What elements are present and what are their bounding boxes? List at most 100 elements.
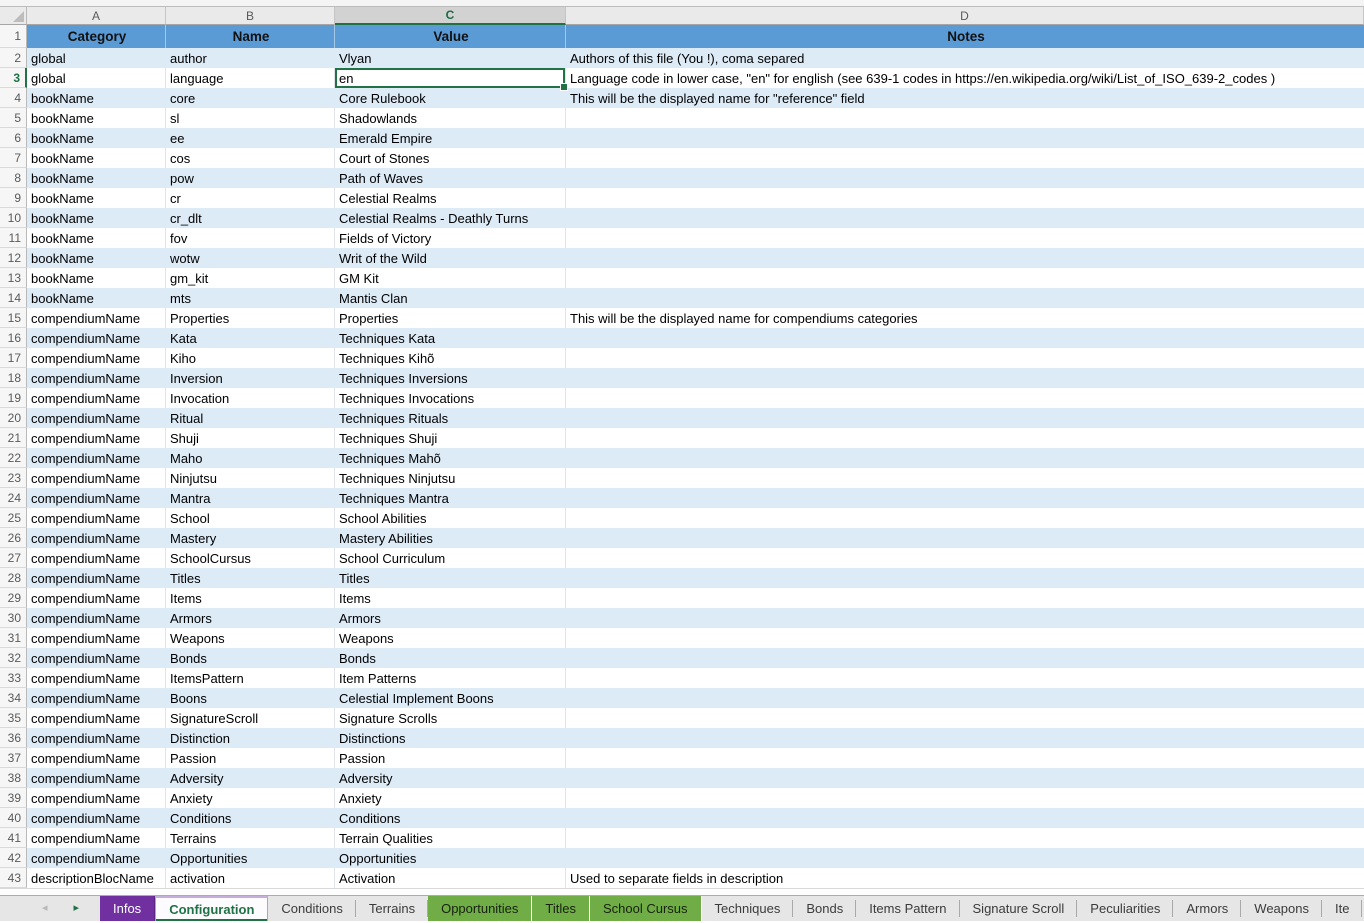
- cell-C39[interactable]: Anxiety: [335, 788, 566, 808]
- cell-C11[interactable]: Fields of Victory: [335, 228, 566, 248]
- cell-B23[interactable]: Ninjutsu: [166, 468, 335, 488]
- cell-D2[interactable]: Authors of this file (You !), coma separ…: [566, 48, 1364, 68]
- cell-C2[interactable]: Vlyan: [335, 48, 566, 68]
- active-cell-C3[interactable]: en: [335, 68, 566, 88]
- row-header-18[interactable]: 18: [0, 368, 27, 388]
- sheet-nav-right-icon[interactable]: ▸: [74, 903, 80, 914]
- cell-B38[interactable]: Adversity: [166, 768, 335, 788]
- cell-A38[interactable]: compendiumName: [27, 768, 166, 788]
- cell-B12[interactable]: wotw: [166, 248, 335, 268]
- cell-A5[interactable]: bookName: [27, 108, 166, 128]
- cell-C5[interactable]: Shadowlands: [335, 108, 566, 128]
- cell-B21[interactable]: Shuji: [166, 428, 335, 448]
- row-header-34[interactable]: 34: [0, 688, 27, 708]
- cell-D39[interactable]: [566, 788, 1364, 808]
- cell-A11[interactable]: bookName: [27, 228, 166, 248]
- cell-C7[interactable]: Court of Stones: [335, 148, 566, 168]
- select-all-button[interactable]: [0, 7, 27, 25]
- cell-B35[interactable]: SignatureScroll: [166, 708, 335, 728]
- row-header-14[interactable]: 14: [0, 288, 27, 308]
- cell-D10[interactable]: [566, 208, 1364, 228]
- cell-D30[interactable]: [566, 608, 1364, 628]
- cell-B20[interactable]: Ritual: [166, 408, 335, 428]
- cell-B42[interactable]: Opportunities: [166, 848, 335, 868]
- cell-A28[interactable]: compendiumName: [27, 568, 166, 588]
- row-header-33[interactable]: 33: [0, 668, 27, 688]
- row-header-4[interactable]: 4: [0, 88, 27, 108]
- cell-A22[interactable]: compendiumName: [27, 448, 166, 468]
- cell-A16[interactable]: compendiumName: [27, 328, 166, 348]
- cell-B22[interactable]: Maho: [166, 448, 335, 468]
- cell-C20[interactable]: Techniques Rituals: [335, 408, 566, 428]
- row-header-35[interactable]: 35: [0, 708, 27, 728]
- row-header-16[interactable]: 16: [0, 328, 27, 348]
- cell-A7[interactable]: bookName: [27, 148, 166, 168]
- cell-D4[interactable]: This will be the displayed name for "ref…: [566, 88, 1364, 108]
- sheet-tab-weapons[interactable]: Weapons: [1241, 896, 1322, 921]
- row-header-11[interactable]: 11: [0, 228, 27, 248]
- cell-D41[interactable]: [566, 828, 1364, 848]
- column-header-c[interactable]: C: [335, 7, 566, 25]
- cell-B14[interactable]: mts: [166, 288, 335, 308]
- cell-A37[interactable]: compendiumName: [27, 748, 166, 768]
- sheet-tab-signature-scroll[interactable]: Signature Scroll: [960, 896, 1078, 921]
- cell-D19[interactable]: [566, 388, 1364, 408]
- row-header-28[interactable]: 28: [0, 568, 27, 588]
- cell-B4[interactable]: core: [166, 88, 335, 108]
- cell-D35[interactable]: [566, 708, 1364, 728]
- cell-A36[interactable]: compendiumName: [27, 728, 166, 748]
- cell-D24[interactable]: [566, 488, 1364, 508]
- row-header-3[interactable]: 3: [0, 68, 27, 88]
- row-header-37[interactable]: 37: [0, 748, 27, 768]
- cell-A42[interactable]: compendiumName: [27, 848, 166, 868]
- cell-A32[interactable]: compendiumName: [27, 648, 166, 668]
- cell-D23[interactable]: [566, 468, 1364, 488]
- cell-B19[interactable]: Invocation: [166, 388, 335, 408]
- row-header-17[interactable]: 17: [0, 348, 27, 368]
- cell-A3[interactable]: global: [27, 68, 166, 88]
- cell-A41[interactable]: compendiumName: [27, 828, 166, 848]
- cell-B37[interactable]: Passion: [166, 748, 335, 768]
- cell-B33[interactable]: ItemsPattern: [166, 668, 335, 688]
- sheet-tab-terrains[interactable]: Terrains: [356, 896, 428, 921]
- column-header-a[interactable]: A: [27, 7, 166, 25]
- row-header-12[interactable]: 12: [0, 248, 27, 268]
- cell-C27[interactable]: School Curriculum: [335, 548, 566, 568]
- cell-C6[interactable]: Emerald Empire: [335, 128, 566, 148]
- cell-A2[interactable]: global: [27, 48, 166, 68]
- cell-D28[interactable]: [566, 568, 1364, 588]
- row-header-38[interactable]: 38: [0, 768, 27, 788]
- column-header-d[interactable]: D: [566, 7, 1364, 25]
- cell-D40[interactable]: [566, 808, 1364, 828]
- cell-D6[interactable]: [566, 128, 1364, 148]
- cell-B29[interactable]: Items: [166, 588, 335, 608]
- row-header-27[interactable]: 27: [0, 548, 27, 568]
- cell-D36[interactable]: [566, 728, 1364, 748]
- cell-A43[interactable]: descriptionBlocName: [27, 868, 166, 888]
- cell-C18[interactable]: Techniques Inversions: [335, 368, 566, 388]
- cell-C13[interactable]: GM Kit: [335, 268, 566, 288]
- cell-B26[interactable]: Mastery: [166, 528, 335, 548]
- cell-A9[interactable]: bookName: [27, 188, 166, 208]
- column-header-b[interactable]: B: [166, 7, 335, 25]
- cell-D18[interactable]: [566, 368, 1364, 388]
- cell-A26[interactable]: compendiumName: [27, 528, 166, 548]
- cell-B43[interactable]: activation: [166, 868, 335, 888]
- row-header-23[interactable]: 23: [0, 468, 27, 488]
- cell-B6[interactable]: ee: [166, 128, 335, 148]
- row-header-29[interactable]: 29: [0, 588, 27, 608]
- cell-A15[interactable]: compendiumName: [27, 308, 166, 328]
- cell-B7[interactable]: cos: [166, 148, 335, 168]
- cell-A25[interactable]: compendiumName: [27, 508, 166, 528]
- cell-B16[interactable]: Kata: [166, 328, 335, 348]
- cell-C12[interactable]: Writ of the Wild: [335, 248, 566, 268]
- sheet-tab-armors[interactable]: Armors: [1173, 896, 1241, 921]
- cell-D26[interactable]: [566, 528, 1364, 548]
- row-header-36[interactable]: 36: [0, 728, 27, 748]
- sheet-tab-items-pattern[interactable]: Items Pattern: [856, 896, 959, 921]
- cell-B39[interactable]: Anxiety: [166, 788, 335, 808]
- cell-A33[interactable]: compendiumName: [27, 668, 166, 688]
- row-header-5[interactable]: 5: [0, 108, 27, 128]
- cell-D25[interactable]: [566, 508, 1364, 528]
- cell-D37[interactable]: [566, 748, 1364, 768]
